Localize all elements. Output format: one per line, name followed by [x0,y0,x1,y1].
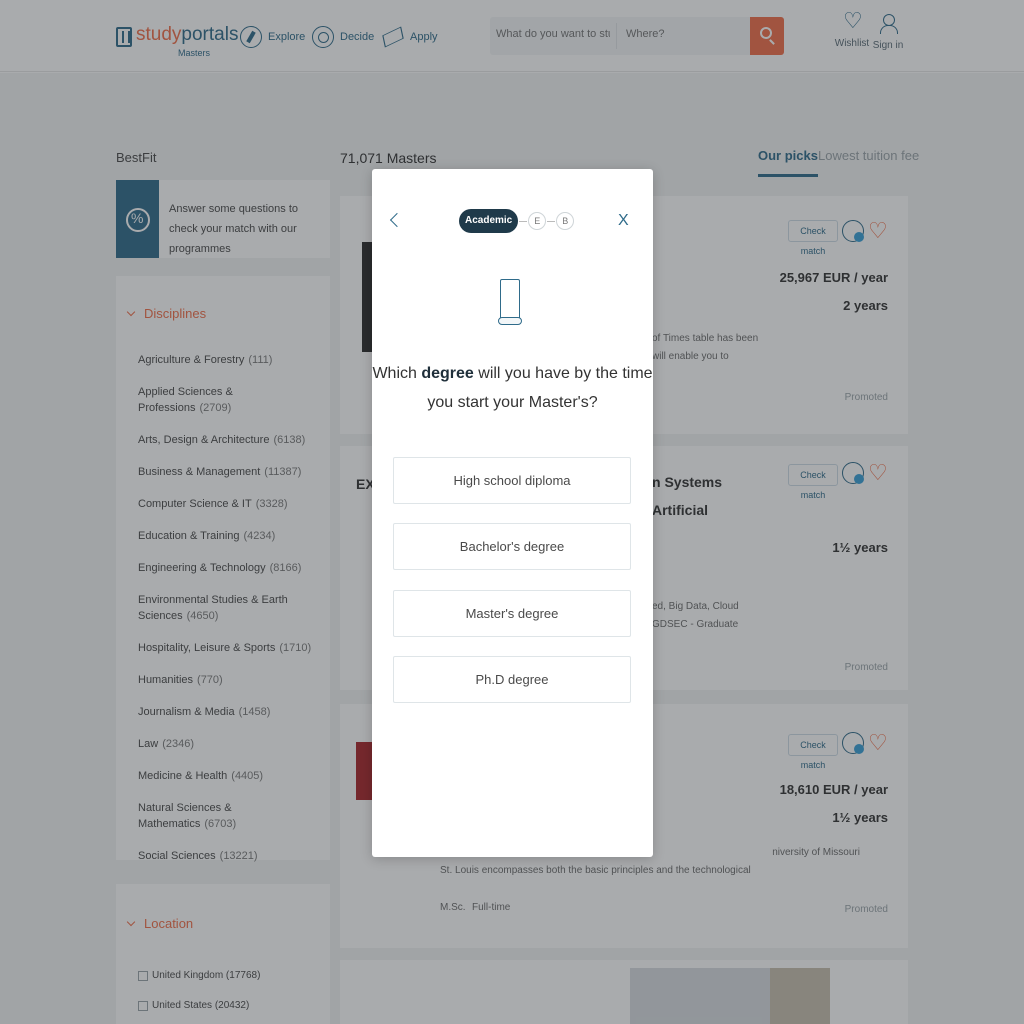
option-bachelors[interactable]: Bachelor's degree [393,523,631,570]
back-arrow-icon[interactable] [389,212,405,228]
close-icon[interactable]: X [618,213,629,229]
step-connector [547,220,556,222]
diploma-scroll-icon [498,277,522,325]
option-masters[interactable]: Master's degree [393,590,631,637]
question-text: Which degree will you have by the time y… [372,365,653,411]
step-e: E [528,212,547,230]
bestfit-question-modal: Academic E B X Which degree will you hav… [372,169,653,857]
step-b: B [556,212,575,230]
option-phd[interactable]: Ph.D degree [393,656,631,703]
step-connector [519,220,528,222]
step-academic: Academic [459,209,519,233]
option-high-school[interactable]: High school diploma [393,457,631,504]
progress-steps: Academic E B [459,209,575,233]
